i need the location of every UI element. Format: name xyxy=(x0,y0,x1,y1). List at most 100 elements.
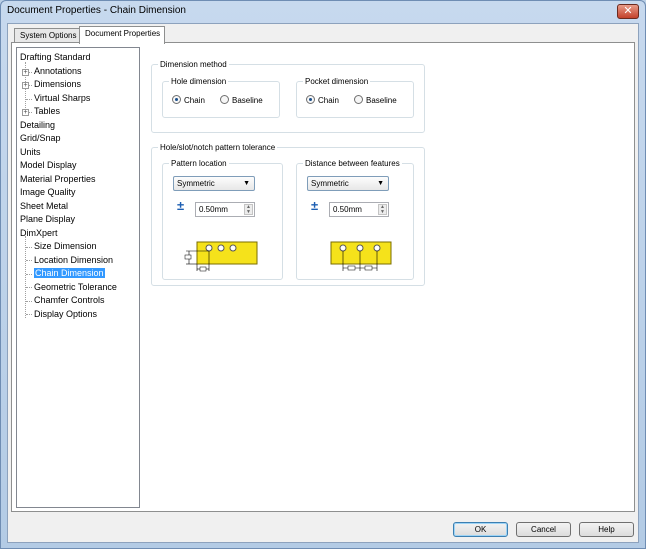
pocket-baseline-radio[interactable]: Baseline xyxy=(354,95,397,107)
distance-type-select[interactable]: Symmetric ▼ xyxy=(307,176,389,191)
expand-icon[interactable]: + xyxy=(22,82,29,89)
tree-item-label: Geometric Tolerance xyxy=(34,282,117,292)
tree-item-label: Model Display xyxy=(20,160,77,170)
button-label: Help xyxy=(598,525,615,534)
input-value: 0.50mm xyxy=(333,205,362,214)
tree-item-display-options[interactable]: Display Options xyxy=(34,308,97,320)
tree-item-dimensions[interactable]: Dimensions xyxy=(34,78,81,90)
dimension-method-group: Dimension method Hole dimension Chain Ba… xyxy=(151,59,425,133)
tree-item-size-dimension[interactable]: Size Dimension xyxy=(34,240,97,252)
tree-item-label: Dimensions xyxy=(34,79,82,89)
radio-indicator xyxy=(354,95,363,104)
tree-item-label: Image Quality xyxy=(20,187,76,197)
tree-item-virtual-sharps[interactable]: Virtual Sharps xyxy=(34,92,90,104)
expand-icon[interactable]: + xyxy=(22,109,29,116)
tree-item-label: Material Properties xyxy=(20,174,96,184)
hole-marker xyxy=(229,244,237,252)
tab-system-options[interactable]: System Options xyxy=(14,28,80,43)
pattern-location-tolerance-input[interactable]: 0.50mm ▲ ▼ xyxy=(195,202,255,217)
part-block xyxy=(196,241,258,265)
pattern-location-group: Pattern location Symmetric ▼ ± 0.50mm ▲ … xyxy=(162,158,283,280)
tree-item-dimxpert[interactable]: DimXpert xyxy=(20,227,58,239)
tree-connector xyxy=(26,287,32,288)
select-value: Symmetric xyxy=(177,179,215,188)
expand-icon[interactable]: + xyxy=(22,69,29,76)
spin-down-icon[interactable]: ▼ xyxy=(245,210,252,215)
ok-button[interactable]: OK xyxy=(453,522,508,537)
hole-marker xyxy=(339,244,347,252)
tree-item-label: Display Options xyxy=(34,309,98,319)
tree-item-label: Drafting Standard xyxy=(20,52,91,62)
tree-item-chain-dimension[interactable]: Chain Dimension xyxy=(34,267,105,279)
tree-item-location-dimension[interactable]: Location Dimension xyxy=(34,254,113,266)
spinner-buttons[interactable]: ▲ ▼ xyxy=(378,204,387,215)
hole-baseline-radio[interactable]: Baseline xyxy=(220,95,263,107)
tree-connector xyxy=(26,301,32,302)
radio-indicator xyxy=(220,95,229,104)
tab-label: System Options xyxy=(20,31,77,40)
tree-item-detailing[interactable]: Detailing xyxy=(20,119,55,131)
tree-item-sheet-metal[interactable]: Sheet Metal xyxy=(20,200,68,212)
group-title: Distance between features xyxy=(303,158,402,169)
tree-item-label: Chamfer Controls xyxy=(34,295,105,305)
tree-connector xyxy=(26,99,32,100)
tree-item-geometric-tolerance[interactable]: Geometric Tolerance xyxy=(34,281,117,293)
group-title: Pocket dimension xyxy=(303,76,371,87)
spinner-buttons[interactable]: ▲ ▼ xyxy=(244,204,253,215)
tree-item-grid-snap[interactable]: Grid/Snap xyxy=(20,132,61,144)
plus-minus-icon: ± xyxy=(311,198,319,213)
help-button[interactable]: Help xyxy=(579,522,634,537)
dimension-box xyxy=(199,266,207,272)
spin-down-icon[interactable]: ▼ xyxy=(379,210,386,215)
distance-between-features-group: Distance between features Symmetric ▼ ± … xyxy=(296,158,414,280)
tree-item-units[interactable]: Units xyxy=(20,146,41,158)
tree-connector xyxy=(26,260,32,261)
tree-connector xyxy=(26,314,32,315)
radio-label: Chain xyxy=(318,96,339,105)
tree-item-image-quality[interactable]: Image Quality xyxy=(20,186,76,198)
tab-document-properties[interactable]: Document Properties xyxy=(79,26,165,44)
dropdown-arrow-icon: ▼ xyxy=(377,180,384,187)
button-label: OK xyxy=(474,525,487,534)
tree-item-label: Size Dimension xyxy=(34,241,97,251)
pattern-tolerance-group: Hole/slot/notch pattern tolerance Patter… xyxy=(151,142,425,286)
tree-item-label: Detailing xyxy=(20,120,56,130)
pocket-chain-radio[interactable]: Chain xyxy=(306,95,339,107)
group-title: Hole dimension xyxy=(169,76,229,87)
tree-item-label: Plane Display xyxy=(20,214,76,224)
tree-connector xyxy=(26,247,32,248)
properties-tree[interactable]: Drafting Standard + Annotations + Dimens… xyxy=(16,47,140,508)
tree-item-material-properties[interactable]: Material Properties xyxy=(20,173,96,185)
hole-dimension-group: Hole dimension Chain Baseline xyxy=(162,76,280,118)
title-bar[interactable]: Document Properties - Chain Dimension ✕ xyxy=(1,1,645,23)
radio-label: Baseline xyxy=(232,96,263,105)
document-properties-window: Document Properties - Chain Dimension ✕ … xyxy=(0,0,646,549)
tab-label: Document Properties xyxy=(85,29,161,38)
pocket-dimension-group: Pocket dimension Chain Baseline xyxy=(296,76,414,118)
tree-item-tables[interactable]: Tables xyxy=(34,105,60,117)
tree-item-chamfer-controls[interactable]: Chamfer Controls xyxy=(34,294,105,306)
hole-marker xyxy=(205,244,213,252)
tree-item-plane-display[interactable]: Plane Display xyxy=(20,213,75,225)
tree-item-label: Virtual Sharps xyxy=(34,93,91,103)
input-value: 0.50mm xyxy=(199,205,228,214)
dropdown-arrow-icon: ▼ xyxy=(243,180,250,187)
tree-item-drafting-standard[interactable]: Drafting Standard xyxy=(20,51,91,63)
group-title: Hole/slot/notch pattern tolerance xyxy=(158,142,278,153)
tree-item-label: Location Dimension xyxy=(34,255,114,265)
tree-item-annotations[interactable]: Annotations xyxy=(34,65,82,77)
tree-connector xyxy=(25,236,26,318)
dialog-body: System Options Document Properties Draft… xyxy=(7,23,639,543)
window-title: Document Properties - Chain Dimension xyxy=(7,5,186,16)
hole-chain-radio[interactable]: Chain xyxy=(172,95,205,107)
radio-indicator xyxy=(306,95,315,104)
tree-item-model-display[interactable]: Model Display xyxy=(20,159,77,171)
close-button[interactable]: ✕ xyxy=(617,4,639,19)
distance-tolerance-input[interactable]: 0.50mm ▲ ▼ xyxy=(329,202,389,217)
group-title: Pattern location xyxy=(169,158,229,169)
cancel-button[interactable]: Cancel xyxy=(516,522,571,537)
pattern-location-type-select[interactable]: Symmetric ▼ xyxy=(173,176,255,191)
tree-item-label: Chain Dimension xyxy=(34,268,105,278)
tree-item-label: Annotations xyxy=(34,66,82,76)
radio-label: Chain xyxy=(184,96,205,105)
